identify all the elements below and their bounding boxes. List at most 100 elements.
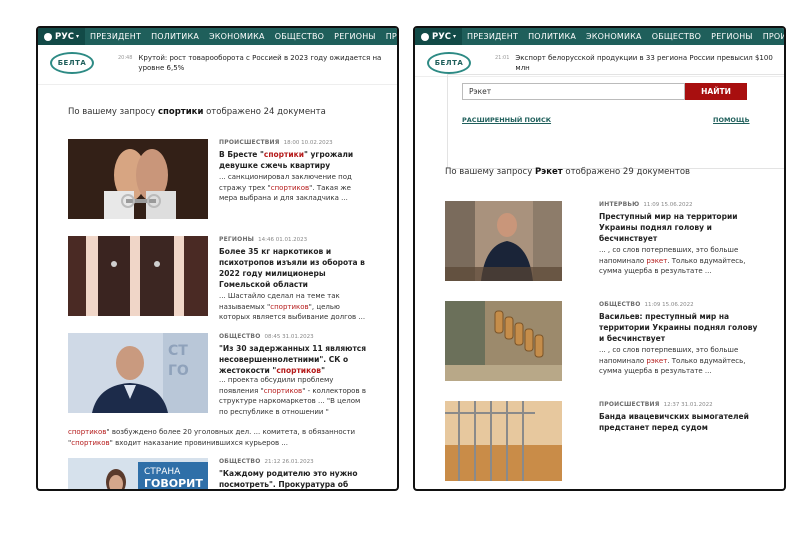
result-title[interactable]: В Бресте "спортики" угрожали девушке сже… [219, 149, 369, 171]
courtroom-cage-image [445, 401, 562, 481]
result-body: ОБЩЕСТВО 08:45 31.01.2023 "Из 30 задержан… [219, 333, 369, 376]
ticker-headline[interactable]: Крутой: рост товарооборота с Россией в 2… [138, 53, 389, 73]
result-thumbnail[interactable] [445, 201, 562, 281]
svg-text:СТ: СТ [168, 343, 188, 359]
result-meta: ИНТЕРВЬЮ 11:09 15.06.2022 [599, 201, 759, 208]
query-term: Рэкет [534, 167, 563, 177]
query-prefix: По вашему запросу [445, 167, 535, 177]
snippet-highlight: рэкет [646, 356, 668, 365]
result-body: ОБЩЕСТВО 11:09 15.06.2022 Васильев: прест… [599, 301, 759, 377]
snippet-highlight: спортиков [263, 386, 303, 395]
result-category[interactable]: ИНТЕРВЬЮ [599, 201, 639, 208]
result-thumbnail[interactable] [445, 301, 562, 381]
result-snippet: ... санкционировал заключение под стражу… [219, 172, 369, 204]
result-time: 11:09 15.06.2022 [643, 202, 693, 208]
result-snippet: ... проекта обсудили проблему появления … [219, 375, 369, 417]
title-text: В Бресте " [219, 150, 264, 159]
nav-item-politics[interactable]: ПОЛИТИКА [523, 32, 581, 41]
caret-down-icon: ▾ [76, 33, 80, 40]
advanced-search-link[interactable]: РАСШИРЕННЫЙ ПОИСК [462, 116, 551, 124]
result-meta: ОБЩЕСТВО 21:12 26.01.2023 [219, 458, 369, 465]
ammunition-belt-image [445, 301, 562, 381]
title-text: "Каждому родителю это нужно посмотреть".… [219, 469, 358, 489]
result-snippet: ... , со слов потерпевших, это больше на… [599, 245, 759, 277]
result-thumbnail[interactable]: СТРАНА ГОВОРИТ [68, 458, 208, 490]
result-thumbnail[interactable] [68, 236, 208, 316]
snippet-highlight: спортиков [68, 428, 107, 436]
result-snippet: ... Шастайло сделал на теме так называем… [219, 291, 369, 323]
search-button[interactable]: НАЙТИ [685, 83, 747, 100]
ticker-headline[interactable]: Экспорт белорусской продукции в 33 регио… [515, 53, 776, 73]
result-category[interactable]: ОБЩЕСТВО [599, 301, 641, 308]
result-time: 21:12 26.01.2023 [264, 459, 314, 465]
snippet-highlight: спортиков [270, 302, 309, 311]
snippet-highlight: рэкет [646, 256, 668, 265]
snippet-highlight: спортиков [71, 438, 110, 447]
nav-item-president[interactable]: ПРЕЗИДЕНТ [85, 32, 146, 41]
nav-item-society[interactable]: ОБЩЕСТВО [647, 32, 706, 41]
title-text: Более 35 кг наркотиков и психотропов изъ… [219, 247, 365, 289]
language-selector[interactable]: РУС ▾ [415, 28, 463, 45]
result-thumbnail[interactable] [68, 139, 208, 219]
language-selector[interactable]: РУС ▾ [38, 28, 86, 45]
ticker-time: 21:01 [495, 55, 510, 61]
search-panel: Рэкет НАЙТИ РАСШИРЕННЫЙ ПОИСК ПОМОЩЬ [447, 74, 784, 169]
result-category[interactable]: ПРОИСШЕСТВИЯ [219, 139, 280, 146]
result-title[interactable]: Банда ивацевичских вымогателей предстане… [599, 411, 759, 433]
result-category[interactable]: ОБЩЕСТВО [219, 458, 261, 465]
language-label: РУС [432, 31, 452, 42]
nav-item-society[interactable]: ОБЩЕСТВО [270, 32, 329, 41]
nav-item-president[interactable]: ПРЕЗИДЕНТ [462, 32, 523, 41]
help-link[interactable]: ПОМОЩЬ [713, 116, 750, 124]
nav-item-economy[interactable]: ЭКОНОМИКА [204, 32, 270, 41]
result-title[interactable]: "Каждому родителю это нужно посмотреть".… [219, 468, 369, 489]
result-category[interactable]: РЕГИОНЫ [219, 236, 254, 243]
title-highlight: спортиков [276, 366, 322, 375]
result-time: 11:09 15.06.2022 [644, 302, 694, 308]
official-portrait-image: СТ ГО [68, 333, 208, 413]
officer-in-office-image [445, 201, 562, 281]
snippet-highlight: спортиков [270, 183, 310, 192]
caret-down-icon: ▾ [453, 33, 457, 40]
belta-logo[interactable]: БЕЛТА [427, 52, 471, 74]
ticker-time: 20:48 [118, 55, 133, 61]
globe-icon [421, 32, 429, 41]
nav-item-incidents[interactable]: ПРОИСШЕСТВИЯ [758, 32, 784, 41]
top-nav-bar: РУС ▾ ПРЕЗИДЕНТ ПОЛИТИКА ЭКОНОМИКА ОБЩЕС… [415, 28, 784, 45]
result-meta: ОБЩЕСТВО 11:09 15.06.2022 [599, 301, 759, 308]
title-text: Банда ивацевичских вымогателей предстане… [599, 412, 749, 432]
right-screenshot-panel: РУС ▾ ПРЕЗИДЕНТ ПОЛИТИКА ЭКОНОМИКА ОБЩЕС… [413, 26, 786, 491]
title-text: Преступный мир на территории Украины под… [599, 212, 738, 243]
left-screenshot-panel: РУС ▾ ПРЕЗИДЕНТ ПОЛИТИКА ЭКОНОМИКА ОБЩЕС… [36, 26, 399, 491]
nav-item-economy[interactable]: ЭКОНОМИКА [581, 32, 647, 41]
search-summary: По вашему запросу Рэкет отображено 29 до… [445, 167, 690, 177]
logo-text: БЕЛТА [57, 59, 87, 67]
title-text: " [321, 366, 325, 375]
snippet-text: " входит наказание провинившихся курьеро… [109, 438, 289, 447]
nav-item-politics[interactable]: ПОЛИТИКА [146, 32, 204, 41]
language-label: РУС [55, 31, 75, 42]
result-category[interactable]: ОБЩЕСТВО [219, 333, 261, 340]
nav-item-regions[interactable]: РЕГИОНЫ [706, 32, 758, 41]
result-title[interactable]: Преступный мир на территории Украины под… [599, 211, 759, 244]
result-thumbnail[interactable] [445, 401, 562, 481]
result-body: РЕГИОНЫ 14:46 01.01.2023 Более 35 кг нарк… [219, 236, 369, 323]
title-text: Васильев: преступный мир на территории У… [599, 312, 758, 343]
studio-speaker-image: СТРАНА ГОВОРИТ [68, 458, 208, 490]
search-input[interactable]: Рэкет [462, 83, 685, 100]
query-prefix: По вашему запросу [68, 107, 158, 117]
result-category[interactable]: ПРОИСШЕСТВИЯ [599, 401, 660, 408]
result-snippet-continued: спортиков" возбуждено более 20 уголовных… [68, 427, 368, 448]
handcuffed-hands-image [68, 139, 208, 219]
nav-item-regions[interactable]: РЕГИОНЫ [329, 32, 381, 41]
result-title[interactable]: Более 35 кг наркотиков и психотропов изъ… [219, 246, 369, 290]
result-title[interactable]: "Из 30 задержанных 11 являются несоверше… [219, 343, 369, 376]
result-title[interactable]: Васильев: преступный мир на территории У… [599, 311, 759, 344]
top-nav-bar: РУС ▾ ПРЕЗИДЕНТ ПОЛИТИКА ЭКОНОМИКА ОБЩЕС… [38, 28, 397, 45]
nav-item-incidents[interactable]: ПРОИСШЕСТВИЯ [381, 32, 397, 41]
result-time: 08:45 31.01.2023 [264, 334, 314, 340]
result-meta: ПРОИСШЕСТВИЯ 18:00 10.02.2023 [219, 139, 369, 146]
belta-logo[interactable]: БЕЛТА [50, 52, 94, 74]
result-thumbnail[interactable]: СТ ГО [68, 333, 208, 413]
svg-text:ГОВОРИТ: ГОВОРИТ [144, 477, 203, 490]
